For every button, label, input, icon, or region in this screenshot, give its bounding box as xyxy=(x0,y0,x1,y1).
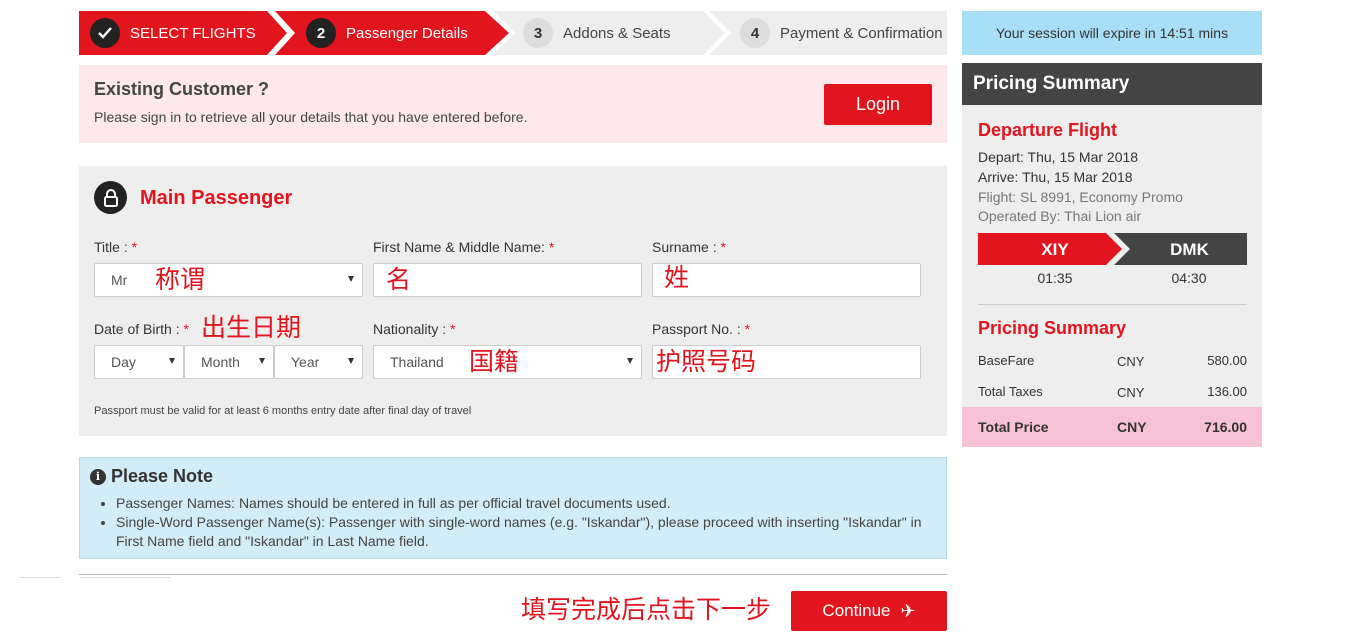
list-item: Passenger Names: Names should be entered… xyxy=(116,494,936,513)
title-value: Mr xyxy=(111,272,128,288)
dob-year-select[interactable]: Year xyxy=(274,345,363,379)
origin-code: XIY xyxy=(1041,240,1069,259)
dob-day-select[interactable]: Day xyxy=(94,345,184,379)
continue-button[interactable]: Continue ✈ xyxy=(791,591,947,631)
taxes-amount: 136.00 xyxy=(1207,384,1247,399)
passport-label: Passport No. : * xyxy=(652,321,751,337)
flight-number: Flight: SL 8991, Economy Promo xyxy=(978,189,1183,205)
first-name-input[interactable] xyxy=(373,263,642,297)
depart-date: Depart: Thu, 15 Mar 2018 xyxy=(978,149,1139,165)
destination-code: DMK xyxy=(1170,240,1209,259)
step-label: Passenger Details xyxy=(346,24,468,42)
dob-day-value: Day xyxy=(111,354,136,370)
step-number: 4 xyxy=(740,18,770,48)
depart-time: 01:35 xyxy=(1037,270,1073,286)
first-name-label: First Name & Middle Name: * xyxy=(373,239,555,255)
annotation-dob: 出生日期 xyxy=(201,313,302,342)
chevron-down-icon xyxy=(627,358,633,364)
info-icon: i xyxy=(90,468,106,485)
surname-label: Surname : * xyxy=(652,239,726,255)
basefare-amount: 580.00 xyxy=(1207,353,1247,368)
existing-customer-text: Please sign in to retrieve all your deta… xyxy=(94,109,528,125)
login-button[interactable]: Login xyxy=(824,84,932,125)
surname-input[interactable] xyxy=(652,263,921,297)
step-number: 3 xyxy=(523,18,553,48)
divider xyxy=(79,574,947,575)
title-label: Title : * xyxy=(94,239,138,255)
annotation-continue: 填写完成后点击下一步 xyxy=(521,595,772,624)
pricing-summary-panel: Pricing Summary Departure Flight Depart:… xyxy=(962,63,1262,447)
please-note-panel: i Please Note Passenger Names: Names sho… xyxy=(79,457,947,559)
arrive-time: 04:30 xyxy=(1171,270,1207,286)
basefare-currency: CNY xyxy=(1117,354,1145,369)
pricing-summary-header: Pricing Summary xyxy=(962,63,1262,105)
operated-by: Operated By: Thai Lion air xyxy=(978,208,1142,224)
arrive-date: Arrive: Thu, 15 Mar 2018 xyxy=(978,169,1133,185)
dob-month-select[interactable]: Month xyxy=(184,345,274,379)
step-label: Payment & Confirmation xyxy=(780,24,943,42)
pricing-summary-subtitle: Pricing Summary xyxy=(978,318,1127,338)
check-icon xyxy=(90,18,120,48)
taxes-currency: CNY xyxy=(1117,385,1145,400)
annotation-title: 称谓 xyxy=(155,265,206,294)
dob-month-value: Month xyxy=(201,354,240,370)
step-label: SELECT FLIGHTS xyxy=(130,24,256,42)
taxes-label: Total Taxes xyxy=(978,384,1043,399)
annotation-surname: 姓 xyxy=(664,263,690,292)
session-timer-banner: Your session will expire in 14:51 mins xyxy=(962,11,1262,55)
departure-flight-title: Departure Flight xyxy=(978,120,1118,140)
passport-hint: Passport must be valid for at least 6 mo… xyxy=(94,405,472,417)
annotation-nationality: 国籍 xyxy=(469,347,520,376)
existing-customer-panel: Existing Customer ? Please sign in to re… xyxy=(79,65,947,143)
please-note-title: Please Note xyxy=(111,466,214,486)
flight-route: XIY DMK xyxy=(978,233,1247,265)
divider xyxy=(20,577,60,578)
dob-label: Date of Birth : * xyxy=(94,321,189,337)
step-payment-confirmation[interactable]: 4 Payment & Confirmation xyxy=(709,11,947,55)
booking-steps: SELECT FLIGHTS 2 Passenger Details 3 Add… xyxy=(79,11,947,55)
step-number: 2 xyxy=(306,18,336,48)
annotation-passport: 护照号码 xyxy=(656,347,757,376)
chevron-down-icon xyxy=(259,358,265,364)
annotation-first-name: 名 xyxy=(386,265,412,294)
existing-customer-title: Existing Customer ? xyxy=(94,79,270,99)
step-select-flights[interactable]: SELECT FLIGHTS xyxy=(79,11,297,55)
total-price-row: Total Price CNY 716.00 xyxy=(962,407,1262,447)
step-addons-seats[interactable]: 3 Addons & Seats xyxy=(493,11,725,55)
total-label: Total Price xyxy=(978,419,1049,435)
divider xyxy=(978,304,1247,305)
nationality-value: Thailand xyxy=(390,354,444,370)
lock-icon xyxy=(94,181,127,214)
divider xyxy=(80,577,170,578)
total-currency: CNY xyxy=(1117,419,1147,435)
main-passenger-form: Main Passenger Title : * First Name & Mi… xyxy=(79,166,947,436)
basefare-label: BaseFare xyxy=(978,353,1035,368)
main-passenger-title: Main Passenger xyxy=(140,187,293,209)
continue-label: Continue xyxy=(822,601,891,620)
chevron-down-icon xyxy=(348,276,354,282)
please-note-heading: i Please Note xyxy=(90,466,213,487)
step-label: Addons & Seats xyxy=(563,24,671,42)
step-passenger-details[interactable]: 2 Passenger Details xyxy=(267,11,509,55)
chevron-down-icon xyxy=(348,358,354,364)
list-item: Single-Word Passenger Name(s): Passenger… xyxy=(116,513,936,551)
title-select[interactable]: Mr xyxy=(94,263,363,297)
dob-year-value: Year xyxy=(291,354,320,370)
please-note-list: Passenger Names: Names should be entered… xyxy=(116,494,936,551)
airplane-icon: ✈ xyxy=(900,600,916,621)
nationality-label: Nationality : * xyxy=(373,321,456,337)
total-amount: 716.00 xyxy=(1204,419,1247,435)
chevron-down-icon xyxy=(169,358,175,364)
